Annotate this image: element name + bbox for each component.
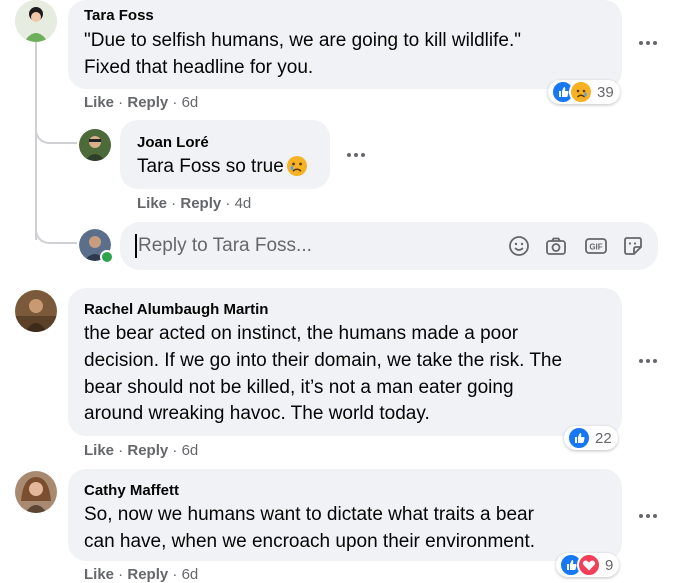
like-link[interactable]: Like (84, 566, 114, 583)
more-options-icon[interactable] (637, 38, 661, 48)
crying-emoji-icon (286, 155, 308, 177)
timestamp[interactable]: 4d (235, 195, 252, 212)
comment-actions: Like · Reply · 4d (137, 195, 252, 212)
comment-text-line: the bear acted on instinct, the humans m… (84, 323, 519, 344)
comment-text-line: Fixed that headline for you. (84, 57, 314, 78)
like-link[interactable]: Like (84, 442, 114, 459)
comment-author[interactable]: Rachel Alumbaugh Martin (84, 301, 268, 318)
reply-placeholder: Reply to Tara Foss... (138, 235, 312, 256)
comment-text-line: can have, when we encroach upon their en… (84, 531, 535, 552)
comment-text-body: so true (220, 156, 284, 177)
comment-author[interactable]: Tara Foss (84, 7, 154, 24)
comment-text-line: So, now we humans want to dictate what t… (84, 504, 534, 525)
more-options-icon[interactable] (637, 356, 661, 366)
comment-author[interactable]: Joan Loré (137, 134, 209, 151)
comment-text-line: "Due to selfish humans, we are going to … (84, 30, 521, 51)
online-status-icon (100, 250, 114, 264)
reply-input[interactable]: Reply to Tara Foss... (135, 234, 312, 258)
timestamp[interactable]: 6d (182, 94, 199, 111)
reactions-badge[interactable]: 39 (548, 80, 620, 104)
timestamp[interactable]: 6d (182, 442, 199, 459)
avatar[interactable] (79, 129, 111, 161)
svg-text:GIF: GIF (589, 243, 602, 252)
avatar (79, 229, 114, 264)
more-options-icon[interactable] (345, 150, 369, 160)
camera-icon[interactable] (545, 235, 567, 257)
comment-text-line: decision. If we go into their domain, we… (84, 350, 563, 371)
reactions-badge[interactable]: 22 (564, 426, 618, 450)
sad-reaction-icon (569, 80, 593, 104)
thread-branch (35, 218, 77, 244)
love-reaction-icon (577, 553, 601, 577)
mention-link[interactable]: Tara Foss (137, 156, 220, 177)
comment-actions: Like · Reply · 6d (84, 94, 199, 111)
like-reaction-icon (567, 426, 591, 450)
gif-icon[interactable]: GIF (584, 235, 607, 257)
comment-author[interactable]: Cathy Maffett (84, 482, 179, 499)
avatar[interactable] (15, 290, 57, 332)
reactions-badge[interactable]: 9 (556, 553, 620, 577)
reaction-count: 22 (595, 429, 612, 447)
thread-line (35, 42, 37, 240)
sticker-icon[interactable] (622, 235, 644, 257)
reply-link[interactable]: Reply (127, 94, 168, 111)
reply-link[interactable]: Reply (180, 195, 221, 212)
avatar[interactable] (15, 0, 57, 42)
reaction-count: 39 (597, 83, 614, 101)
comment-text: Tara Foss so true (137, 153, 308, 180)
like-link[interactable]: Like (137, 195, 167, 212)
reaction-count: 9 (605, 556, 614, 574)
comment-text-line: around wreaking havoc. The world today. (84, 403, 430, 424)
smiley-icon[interactable] (508, 235, 530, 257)
comment-text-line: bear should not be killed, it’s not a ma… (84, 377, 514, 398)
like-link[interactable]: Like (84, 94, 114, 111)
comment-actions: Like · Reply · 6d (84, 442, 199, 459)
timestamp[interactable]: 6d (182, 566, 199, 583)
thread-branch (35, 118, 77, 144)
reply-link[interactable]: Reply (127, 442, 168, 459)
comment-actions: Like · Reply · 6d (84, 566, 199, 583)
avatar[interactable] (15, 471, 57, 513)
more-options-icon[interactable] (637, 511, 661, 521)
reply-link[interactable]: Reply (127, 566, 168, 583)
